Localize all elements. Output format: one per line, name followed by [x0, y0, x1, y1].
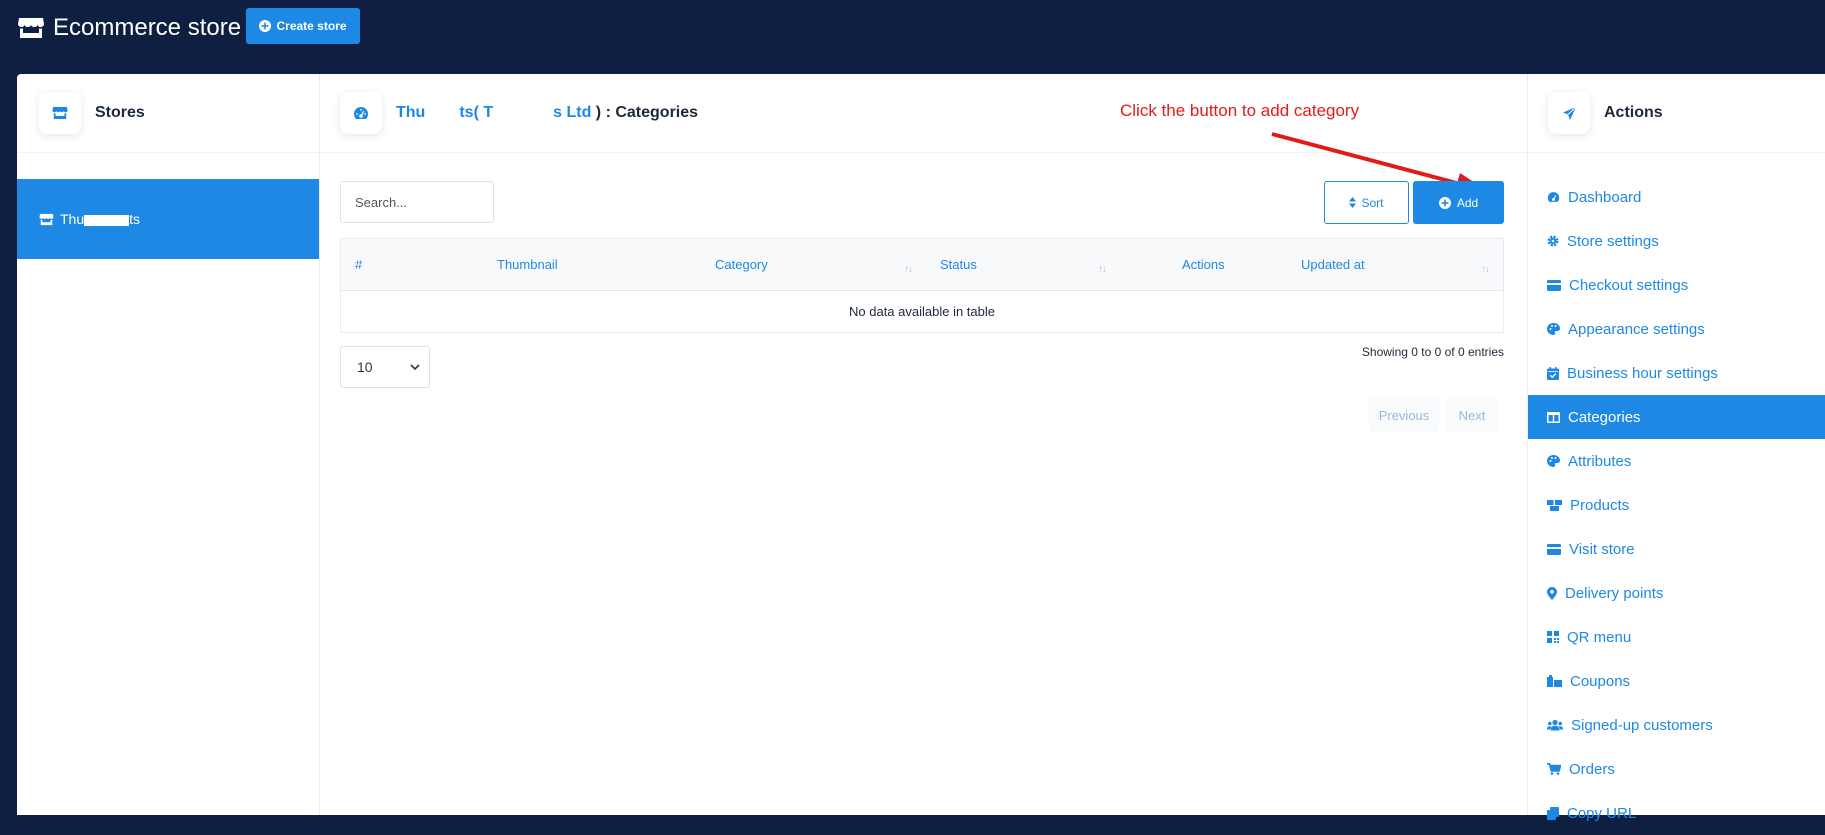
- action-business-hour-settings[interactable]: Business hour settings: [1528, 351, 1825, 395]
- app-title: Ecommerce store: [53, 14, 242, 41]
- top-bar: Ecommerce store Create store: [0, 0, 1825, 74]
- sort-label: Sort: [1361, 195, 1384, 210]
- empty-message: No data available in table: [849, 304, 995, 319]
- redaction: [84, 214, 130, 226]
- users-icon: [1547, 719, 1563, 731]
- paper-plane-icon: [1548, 92, 1590, 134]
- stores-panel-header: Stores: [17, 74, 319, 153]
- action-store-settings[interactable]: Store settings: [1528, 219, 1825, 263]
- actions-panel-header: Actions: [1528, 74, 1825, 153]
- credit-card-icon: [1547, 279, 1561, 291]
- sort-icon: [1349, 197, 1357, 208]
- categories-panel: Thu ts( Ts Ltd ) : Categories Click the b…: [319, 74, 1527, 815]
- columns-icon: [1547, 411, 1560, 423]
- store-list-item[interactable]: Thu ts: [17, 179, 319, 259]
- action-categories[interactable]: Categories: [1528, 395, 1825, 439]
- action-signed-up-customers[interactable]: Signed-up customers: [1528, 703, 1825, 747]
- copy-icon: [1547, 806, 1559, 820]
- action-dashboard[interactable]: Dashboard: [1528, 175, 1825, 219]
- sort-button[interactable]: Sort: [1324, 181, 1409, 224]
- actions-menu: Dashboard Store settings Checkout settin…: [1528, 175, 1825, 835]
- column-header-category[interactable]: Category ↑↓: [701, 239, 926, 290]
- plus-circle-icon: [259, 20, 272, 32]
- page-length-select[interactable]: 10: [340, 346, 430, 388]
- stores-title: Stores: [95, 104, 145, 121]
- breadcrumb-open-paren: (: [473, 104, 484, 121]
- calendar-check-icon: [1547, 366, 1559, 380]
- add-label: Add: [1456, 195, 1479, 210]
- column-header-index[interactable]: #: [341, 239, 483, 290]
- palette-icon: [1547, 323, 1560, 335]
- action-coupons[interactable]: Coupons: [1528, 659, 1825, 703]
- action-delivery-points[interactable]: Delivery points: [1528, 571, 1825, 615]
- action-appearance-settings[interactable]: Appearance settings: [1528, 307, 1825, 351]
- create-store-label: Create store: [276, 19, 347, 33]
- action-orders[interactable]: Orders: [1528, 747, 1825, 791]
- stores-panel: Stores Thu ts: [17, 74, 319, 815]
- pagination-previous[interactable]: Previous: [1369, 398, 1439, 432]
- sort-arrows-icon: ↑↓: [1481, 264, 1490, 275]
- sort-arrows-icon: ↑↓: [904, 264, 913, 275]
- coupons-icon: [1547, 675, 1562, 687]
- categories-table: # Thumbnail Category ↑↓ Status ↑↓ Actions …: [340, 238, 1504, 333]
- plus-circle-icon: [1438, 196, 1451, 209]
- breadcrumb-company-link[interactable]: Ts Ltd: [483, 104, 591, 122]
- column-header-updated-at[interactable]: Updated at ↑↓: [1287, 239, 1503, 290]
- card-icon: [1547, 543, 1561, 555]
- store-header-icon: [39, 92, 81, 134]
- search-input[interactable]: [340, 181, 494, 223]
- actions-panel: Actions Dashboard Store settings Checkou…: [1527, 74, 1825, 822]
- boxes-icon: [1547, 500, 1562, 511]
- store-name-start: Thu: [60, 211, 85, 227]
- action-attributes[interactable]: Attributes: [1528, 439, 1825, 483]
- action-visit-store[interactable]: Visit store: [1528, 527, 1825, 571]
- breadcrumb-close-paren: ): [591, 104, 602, 121]
- store-name-end: ts: [129, 211, 141, 227]
- add-category-button[interactable]: Add: [1413, 181, 1504, 224]
- column-header-actions: Actions: [1182, 257, 1225, 272]
- breadcrumb-section: : Categories: [601, 104, 699, 121]
- annotation-text: Click the button to add category: [1120, 101, 1360, 120]
- table-info: Showing 0 to 0 of 0 entries: [1361, 345, 1504, 359]
- action-qr-menu[interactable]: QR menu: [1528, 615, 1825, 659]
- column-header-thumbnail[interactable]: Thumbnail: [483, 239, 701, 290]
- page-length-value: 10: [357, 359, 373, 375]
- store-icon: [18, 18, 44, 38]
- gear-icon: [1547, 235, 1559, 247]
- palette-icon: [1547, 455, 1560, 467]
- qrcode-icon: [1547, 631, 1559, 643]
- action-products[interactable]: Products: [1528, 483, 1825, 527]
- table-empty-row: No data available in table: [341, 291, 1503, 332]
- action-copy-url[interactable]: Copy URL: [1528, 791, 1825, 835]
- table-header: # Thumbnail Category ↑↓ Status ↑↓ Actions …: [341, 239, 1503, 291]
- column-header-status[interactable]: Status ↑↓: [926, 239, 1120, 290]
- breadcrumb: Thu ts( Ts Ltd ) : Categories: [396, 104, 698, 122]
- dashboard-icon: [1547, 192, 1560, 202]
- store-name: Thu ts: [60, 211, 140, 227]
- sort-arrows-icon: ↑↓: [1098, 264, 1107, 275]
- action-checkout-settings[interactable]: Checkout settings: [1528, 263, 1825, 307]
- create-store-button[interactable]: Create store: [246, 8, 360, 44]
- brand[interactable]: Ecommerce store: [17, 13, 241, 43]
- map-marker-icon: [1547, 586, 1557, 600]
- cart-icon: [1547, 763, 1561, 775]
- breadcrumb-store-link[interactable]: Thu ts: [396, 104, 474, 122]
- chevron-down-icon: [410, 364, 420, 371]
- store-icon: [39, 213, 54, 225]
- pagination-next[interactable]: Next: [1446, 398, 1498, 432]
- actions-title: Actions: [1604, 104, 1663, 121]
- dashboard-header-icon: [340, 92, 382, 134]
